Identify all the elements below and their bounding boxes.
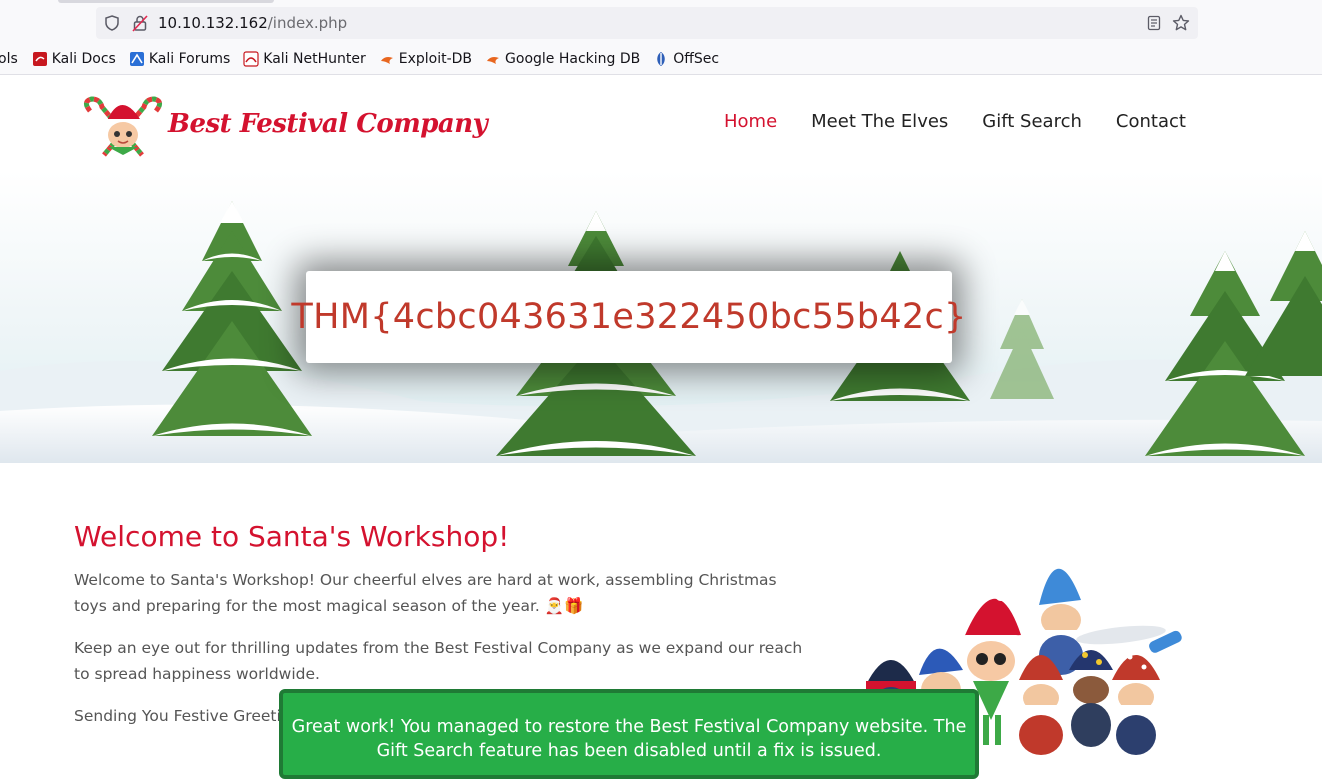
nav-gift-search[interactable]: Gift Search [982,111,1082,132]
exploit-db-icon [380,57,393,64]
bookmark-label: Kali Docs [51,51,116,67]
reader-view-icon[interactable] [1146,15,1162,31]
nav-contact[interactable]: Contact [1116,111,1186,132]
kali-nethunter-icon [243,51,259,67]
bookmarks-toolbar: ols Kali Docs Kali Forums Kali NetHunter… [0,47,732,71]
bookmark-google-hacking-db[interactable]: Google Hacking DB [485,51,640,67]
bookmark-kali-forums[interactable]: Kali Forums [129,51,230,67]
flag-text[interactable]: THM{4cbc043631e322450bc55b42c} [291,297,966,337]
bookmark-label: ols [0,51,18,67]
offsec-icon [657,52,665,66]
url-path: /index.php [267,14,348,32]
elf-logo-icon [84,91,162,157]
welcome-title: Welcome to Santa's Workshop! [74,520,510,553]
welcome-paragraph-2: Keep an eye out for thrilling updates fr… [74,639,803,683]
bookmark-tools[interactable]: ols [0,51,18,67]
active-tab-edge[interactable] [58,0,274,3]
welcome-paragraph-1: Welcome to Santa's Workshop! Our cheerfu… [74,571,777,615]
insecure-lock-icon[interactable] [132,14,148,32]
bookmark-label: Google Hacking DB [505,51,641,67]
bookmark-kali-docs[interactable]: Kali Docs [32,51,116,67]
site-header: Best Festival Company Home Meet The Elve… [0,75,1322,171]
nav-home[interactable]: Home [724,111,777,132]
flag-card: THM{4cbc043631e322450bc55b42c} [291,271,966,363]
bookmark-offsec[interactable]: OffSec [653,51,719,67]
bookmark-star-icon[interactable] [1172,14,1190,32]
tracking-shield-icon[interactable] [104,15,120,31]
toast-message: Great work! You managed to restore the B… [291,717,967,761]
main-nav: Home Meet The Elves Gift Search Contact [724,111,1220,132]
bookmark-kali-nethunter[interactable]: Kali NetHunter [243,51,366,67]
bookmark-label: Kali Forums [148,51,231,67]
bookmark-label: OffSec [673,51,720,67]
kali-forums-icon [129,52,144,66]
kali-docs-icon [32,52,47,66]
url-host: 10.10.132.162 [158,14,268,32]
nav-meet-the-elves[interactable]: Meet The Elves [811,111,948,132]
url-text[interactable]: 10.10.132.162/index.php [158,14,347,32]
bookmark-exploit-db[interactable]: Exploit-DB [379,51,472,67]
browser-chrome: 10.10.132.162/index.php ols Kali Docs Ka… [0,0,1322,75]
success-toast: Great work! You managed to restore the B… [279,689,979,779]
bookmark-label: Kali NetHunter [263,51,366,67]
brand-name: Best Festival Company [168,109,488,139]
hero-banner: THM{4cbc043631e322450bc55b42c} [0,171,1322,463]
address-bar[interactable]: 10.10.132.162/index.php [96,7,1198,39]
ghdb-icon [487,57,500,64]
brand-logo[interactable]: Best Festival Company [80,89,488,159]
bookmark-label: Exploit-DB [398,51,473,67]
